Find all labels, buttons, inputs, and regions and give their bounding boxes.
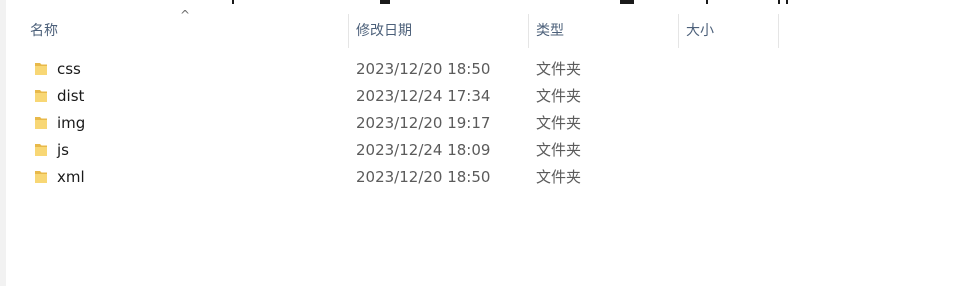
column-header-name-label: 名称 — [30, 23, 58, 39]
list-item[interactable]: css 2023/12/20 18:50 文件夹 — [22, 56, 782, 83]
cutoff-fragment — [620, 0, 634, 4]
column-header-modified-label: 修改日期 — [356, 23, 412, 39]
file-explorer-window: 名称 ^ 修改日期 类型 大小 css 2023/12/20 18:50 文件夹 — [0, 0, 955, 286]
folder-icon — [35, 117, 47, 129]
file-modified: 2023/12/20 18:50 — [356, 60, 491, 78]
file-modified: 2023/12/20 18:50 — [356, 168, 491, 186]
cutoff-fragment — [778, 0, 780, 4]
file-modified: 2023/12/20 19:17 — [356, 114, 491, 132]
cutoff-fragment — [706, 0, 708, 4]
file-type: 文件夹 — [536, 141, 582, 159]
list-item[interactable]: img 2023/12/20 19:17 文件夹 — [22, 110, 782, 137]
file-type: 文件夹 — [536, 87, 582, 105]
file-name: xml — [57, 168, 85, 186]
file-type: 文件夹 — [536, 60, 582, 78]
column-header-size[interactable]: 大小 — [678, 14, 778, 48]
column-divider[interactable] — [778, 14, 779, 48]
column-header-type[interactable]: 类型 — [528, 14, 678, 48]
file-name: dist — [57, 87, 85, 105]
file-modified: 2023/12/24 17:34 — [356, 87, 491, 105]
file-name: css — [57, 60, 81, 78]
file-name: js — [57, 141, 69, 159]
top-cutoff-strip — [0, 0, 955, 6]
folder-icon — [35, 144, 47, 156]
list-item[interactable]: dist 2023/12/24 17:34 文件夹 — [22, 83, 782, 110]
folder-icon — [35, 171, 47, 183]
folder-icon — [35, 63, 47, 75]
column-header-type-label: 类型 — [536, 23, 564, 39]
cutoff-fragment — [232, 0, 234, 4]
folder-icon — [35, 90, 47, 102]
file-type: 文件夹 — [536, 168, 582, 186]
navigation-pane-edge — [0, 0, 6, 286]
column-header-size-label: 大小 — [686, 23, 714, 39]
column-header-modified[interactable]: 修改日期 — [348, 14, 528, 48]
file-modified: 2023/12/24 18:09 — [356, 141, 491, 159]
cutoff-fragment — [380, 0, 390, 4]
file-name: img — [57, 114, 86, 132]
column-header-row: 名称 ^ 修改日期 类型 大小 — [22, 8, 782, 48]
list-item[interactable]: xml 2023/12/20 18:50 文件夹 — [22, 164, 782, 191]
file-list: css 2023/12/20 18:50 文件夹 dist 2023/12/24… — [22, 56, 782, 191]
list-item[interactable]: js 2023/12/24 18:09 文件夹 — [22, 137, 782, 164]
file-type: 文件夹 — [536, 114, 582, 132]
cutoff-fragment — [786, 0, 788, 4]
sort-ascending-icon: ^ — [180, 8, 191, 22]
